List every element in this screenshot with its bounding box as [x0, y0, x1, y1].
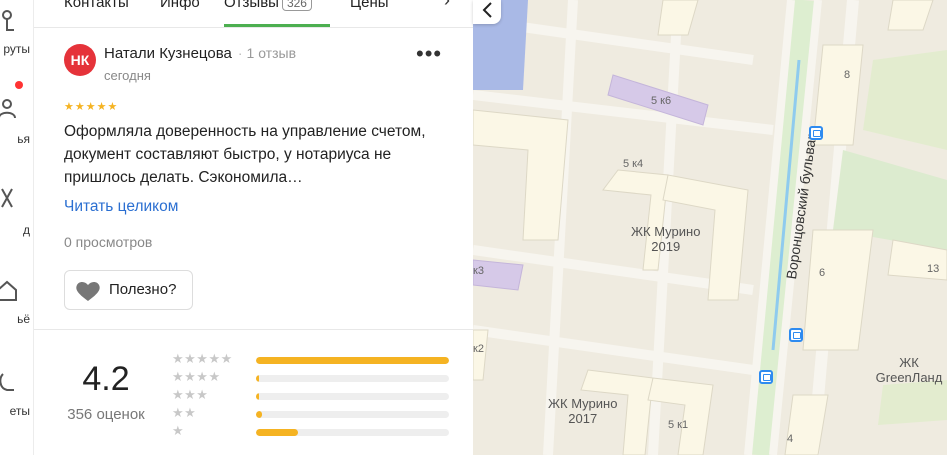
rating-row-stars: ★★ — [172, 405, 197, 420]
read-more-link[interactable]: Читать целиком — [64, 198, 178, 216]
map-label-murino-2019: ЖК Мурино 2019 — [631, 224, 701, 254]
rating-row-fill — [256, 357, 449, 364]
rating-value: 4.2 — [82, 360, 130, 398]
rail-item-transport[interactable]: д — [0, 185, 33, 245]
active-tab-indicator — [224, 24, 330, 27]
app-root: руты ья д ьё еты Контакты Инфо Отзывы 326… — [0, 0, 947, 455]
rating-row-track — [256, 429, 449, 436]
notification-dot — [15, 81, 23, 89]
map-label-13: 13 — [927, 263, 940, 275]
author-review-count: 1 отзыв — [238, 45, 296, 61]
heart-icon — [76, 282, 100, 301]
rail-label-transport: д — [22, 223, 30, 237]
tab-info[interactable]: Инфо — [160, 0, 200, 11]
rating-row-1: ★ — [172, 423, 462, 438]
route-icon — [2, 10, 14, 31]
map-label-5k6: 5 к6 — [651, 95, 672, 107]
rail-item-people[interactable]: ья — [0, 96, 33, 156]
rating-row-track — [256, 411, 449, 418]
rating-row-fill — [256, 393, 259, 400]
rating-row-5: ★★★★★ — [172, 351, 462, 366]
rating-row-stars: ★★★★ — [172, 369, 221, 384]
rating-row-track — [256, 375, 449, 382]
tab-reviews-label: Отзывы — [224, 0, 279, 11]
rail-label-accessibility: еты — [9, 404, 30, 418]
map-label-5k1: 5 к1 — [668, 419, 689, 431]
review-card: НК Натали Кузнецова 1 отзыв сегодня ••• ★… — [34, 30, 473, 330]
rail-label-housing: ьё — [17, 312, 30, 326]
map-label-4: 4 — [787, 433, 794, 445]
map-label-k2: к2 — [473, 343, 484, 355]
rating-row-track — [256, 357, 449, 364]
chevron-left-icon — [482, 2, 492, 18]
rating-row-fill — [256, 429, 299, 436]
rating-row-stars: ★ — [172, 423, 185, 438]
bus-stop-icon[interactable] — [789, 328, 803, 342]
map-label-6: 6 — [819, 267, 826, 279]
rating-row-3: ★★★ — [172, 387, 462, 402]
more-options-icon[interactable]: ••• — [416, 43, 442, 65]
rating-summary: 4.2 356 оценок ★★★★★ ★★★★ ★★★ ★★ ★ — [34, 330, 473, 455]
review-stars: ★★★★★ — [64, 101, 119, 113]
rating-row-2: ★★ — [172, 405, 462, 420]
rating-row-stars: ★★★★★ — [172, 351, 233, 366]
accessibility-icon — [0, 373, 14, 391]
rail-item-housing[interactable]: ьё — [0, 278, 33, 338]
map-label-murino-2017: ЖК Мурино 2017 — [548, 396, 618, 426]
rail-label-people: ья — [17, 132, 30, 146]
map-canvas — [473, 0, 947, 455]
tab-reviews[interactable]: Отзывы 326 — [224, 0, 312, 11]
review-date: сегодня — [104, 68, 151, 83]
left-rail: руты ья д ьё еты — [0, 0, 34, 455]
review-views: 0 просмотров — [64, 234, 153, 250]
author-name: Натали Кузнецова — [104, 45, 232, 62]
rating-row-stars: ★★★ — [172, 387, 209, 402]
tabs-scroll-right-icon[interactable]: › — [444, 0, 450, 11]
review-author[interactable]: Натали Кузнецова 1 отзыв — [104, 45, 296, 62]
tab-reviews-count: 326 — [281, 0, 312, 11]
rating-row-track — [256, 393, 449, 400]
rail-label-routes: руты — [3, 42, 30, 56]
tab-prices[interactable]: Цены — [350, 0, 389, 11]
housing-icon — [0, 280, 17, 301]
map-label-k3: к3 — [473, 265, 484, 277]
tab-contacts[interactable]: Контакты — [64, 0, 129, 11]
people-icon — [0, 99, 16, 119]
map-label-8: 8 — [844, 69, 851, 81]
useful-button[interactable]: Полезно? — [64, 270, 193, 310]
map-label-greenland: ЖК GreenЛанд — [875, 355, 943, 385]
tab-bar: Контакты Инфо Отзывы 326 Цены › — [34, 0, 473, 28]
useful-label: Полезно? — [109, 281, 177, 298]
rating-count: 356 оценок — [67, 406, 145, 423]
avatar: НК — [64, 44, 96, 76]
bus-stop-icon[interactable] — [759, 370, 773, 384]
info-panel: Контакты Инфо Отзывы 326 Цены › НК Натали… — [34, 0, 473, 455]
rating-row-fill — [256, 411, 262, 418]
map-label-5k4: 5 к4 — [623, 158, 644, 170]
rating-row-4: ★★★★ — [172, 369, 462, 384]
rail-item-routes[interactable]: руты — [0, 8, 33, 68]
bus-stop-icon[interactable] — [809, 126, 823, 140]
review-text: Оформляла доверенность на управление сче… — [64, 123, 426, 186]
collapse-panel-button[interactable] — [473, 0, 501, 24]
map[interactable]: 5 к6 5 к4 ЖК Мурино 2019 ЖК Мурино 2017 … — [473, 0, 947, 455]
rail-item-accessibility[interactable]: еты — [0, 370, 33, 430]
rating-row-fill — [256, 375, 259, 382]
transport-icon — [1, 188, 13, 208]
